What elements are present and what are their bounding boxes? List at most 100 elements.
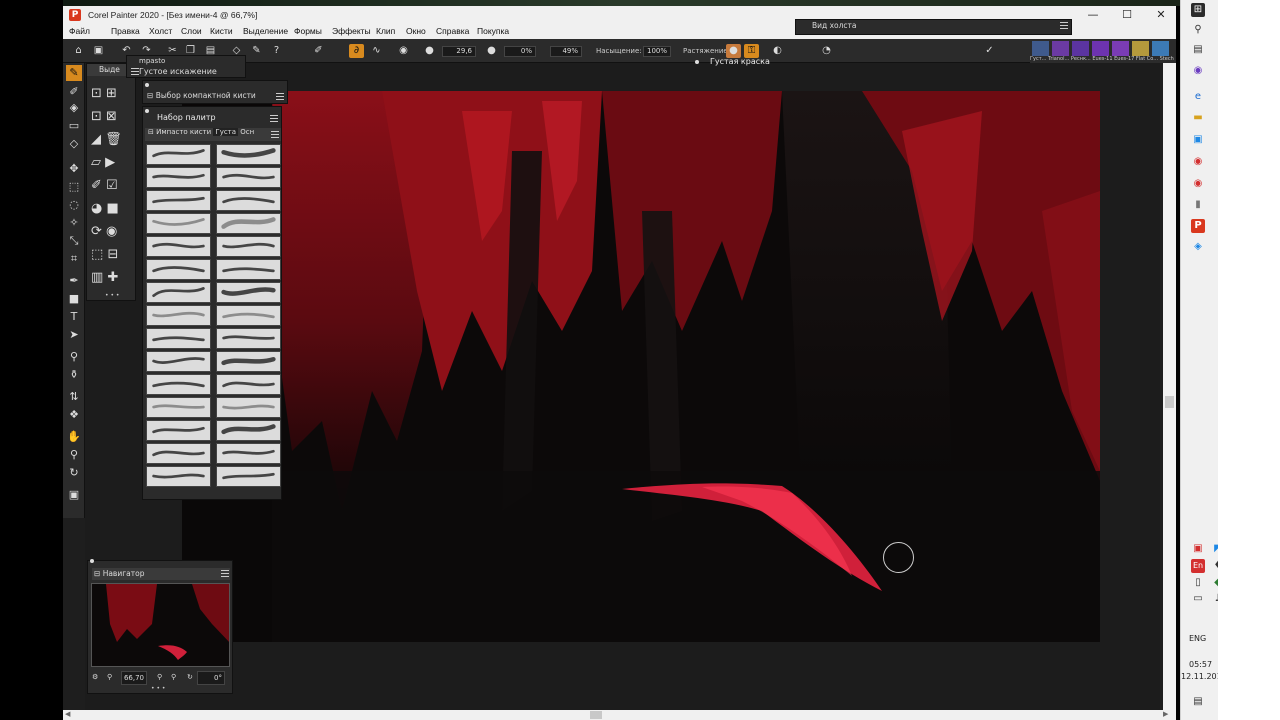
- brush-icon[interactable]: ✎: [249, 44, 264, 58]
- shape-select-icon[interactable]: ➤: [66, 327, 82, 343]
- brush-variant-thumb[interactable]: [1052, 41, 1069, 56]
- lasso-icon[interactable]: ◌: [66, 197, 82, 213]
- eraser-tool-icon[interactable]: ◇: [66, 136, 82, 152]
- brush-variant-cell[interactable]: [216, 466, 281, 487]
- grid-tool-icon[interactable]: ⊠: [106, 109, 117, 124]
- color-swatch-icon[interactable]: ●: [726, 44, 741, 58]
- settings-icon[interactable]: ⚙: [92, 671, 98, 683]
- brush-variant-cell[interactable]: [146, 282, 211, 303]
- scroll-left-icon[interactable]: ◀: [65, 710, 70, 718]
- app-icon[interactable]: ◉: [1191, 64, 1205, 78]
- dropper-tool-icon[interactable]: ✐: [66, 84, 82, 100]
- app-icon[interactable]: ▣: [1191, 133, 1205, 147]
- rotation-field[interactable]: 0°: [197, 671, 225, 685]
- brush-variant-cell[interactable]: [146, 374, 211, 395]
- rotate-icon[interactable]: ↻: [187, 671, 193, 683]
- brush-variant-cell[interactable]: [146, 443, 211, 464]
- menu-window[interactable]: Окно: [406, 26, 426, 36]
- menu-shapes[interactable]: Формы: [294, 26, 322, 36]
- scrollbar-thumb[interactable]: [1165, 396, 1174, 408]
- brush-variant-cell[interactable]: [216, 397, 281, 418]
- brush-variant-cell[interactable]: [216, 259, 281, 280]
- home-icon[interactable]: ⌂: [71, 44, 86, 58]
- brush-variant-cell[interactable]: [216, 420, 281, 441]
- tab-menu-icon[interactable]: [271, 131, 279, 138]
- trash-icon[interactable]: 🗑: [105, 132, 122, 147]
- brush-variant-cell[interactable]: [146, 328, 211, 349]
- brush-variant-cell[interactable]: [216, 443, 281, 464]
- panel-menu-icon[interactable]: [1060, 22, 1068, 29]
- grid-tool-icon[interactable]: ⊡: [91, 109, 102, 124]
- grain-field[interactable]: 49%: [550, 46, 582, 57]
- add-icon[interactable]: ✚: [107, 270, 118, 285]
- crop-icon[interactable]: ⌗: [66, 251, 82, 267]
- painter-taskbar-icon[interactable]: P: [1191, 219, 1205, 233]
- menu-edit[interactable]: Правка: [111, 26, 140, 36]
- menu-canvas[interactable]: Холст: [149, 26, 172, 36]
- grid-tool-icon[interactable]: ▱: [91, 155, 101, 170]
- usb-icon[interactable]: ▯: [1191, 576, 1205, 590]
- painting-canvas[interactable]: [182, 91, 1100, 642]
- brush-variant-cell[interactable]: [146, 351, 211, 372]
- maximize-button[interactable]: ☐: [1110, 6, 1144, 24]
- brush-variant-cell[interactable]: [146, 466, 211, 487]
- notifications-icon[interactable]: ▤: [1191, 695, 1205, 709]
- panel-menu-icon[interactable]: [276, 93, 284, 100]
- move-tool-icon[interactable]: ✥: [66, 161, 82, 177]
- brush-variant-cell[interactable]: [146, 397, 211, 418]
- menu-layers[interactable]: Слои: [181, 26, 202, 36]
- navigator-preview[interactable]: [91, 583, 230, 667]
- app-icon[interactable]: ◈: [1191, 240, 1205, 254]
- opacity-icon[interactable]: ●: [484, 44, 499, 58]
- collapse-icon[interactable]: ⊟: [145, 128, 154, 136]
- zoom-in-icon[interactable]: ⚲: [171, 671, 176, 683]
- app-icon[interactable]: ▮: [1191, 198, 1205, 212]
- brush-variant-cell[interactable]: [216, 190, 281, 211]
- close-button[interactable]: ✕: [1144, 6, 1178, 24]
- folder-icon[interactable]: ▬: [1191, 111, 1205, 125]
- zoom-field[interactable]: 66,70: [121, 671, 147, 685]
- size-field[interactable]: 29,6: [442, 46, 476, 57]
- rect-select-icon[interactable]: ⬚: [66, 179, 82, 195]
- search-icon[interactable]: ⚲: [1191, 23, 1205, 37]
- brush-variant-cell[interactable]: [216, 236, 281, 257]
- brush-variant-cell[interactable]: [216, 328, 281, 349]
- tab-thick[interactable]: Густа: [213, 128, 239, 136]
- clock-time[interactable]: 05:57: [1189, 660, 1212, 669]
- brush-variant-cell[interactable]: [146, 190, 211, 211]
- start-icon[interactable]: ⊞: [1191, 3, 1205, 17]
- panel-menu-icon[interactable]: [131, 68, 139, 75]
- kaleidoscope-icon[interactable]: ❖: [66, 407, 82, 423]
- opacity-field[interactable]: 0%: [504, 46, 536, 57]
- yandex-icon[interactable]: ◉: [1191, 177, 1205, 191]
- dab-icon[interactable]: ◉: [396, 44, 411, 58]
- grid-tool-icon[interactable]: ▶: [105, 155, 115, 170]
- text-tool-icon[interactable]: T: [66, 309, 82, 325]
- brush-variant-thumb[interactable]: [1032, 41, 1049, 56]
- minimize-button[interactable]: —: [1076, 6, 1110, 24]
- panel-more-icon[interactable]: • • •: [151, 685, 165, 692]
- grid-tool-icon[interactable]: ▥: [91, 270, 103, 285]
- zoom-out-icon[interactable]: ⚲: [157, 671, 162, 683]
- grid-tool-icon[interactable]: ■: [106, 201, 118, 216]
- brush-variant-cell[interactable]: [216, 213, 281, 234]
- grid-tool-icon[interactable]: ◕: [91, 201, 102, 216]
- brush-tool-icon[interactable]: ✐: [311, 44, 326, 58]
- brush-variant-cell[interactable]: [146, 305, 211, 326]
- panel-menu-icon[interactable]: [221, 570, 229, 577]
- grabber-icon[interactable]: ✋: [66, 429, 82, 445]
- transform-icon[interactable]: ⤡: [66, 233, 82, 249]
- brush-variant-cell[interactable]: [146, 420, 211, 441]
- menu-select[interactable]: Выделение: [243, 26, 288, 36]
- language-tray-icon[interactable]: En: [1191, 559, 1205, 573]
- menu-help[interactable]: Справка: [436, 26, 469, 36]
- network-icon[interactable]: ▭: [1191, 592, 1205, 606]
- collapse-icon[interactable]: ⊟: [147, 91, 153, 100]
- menu-purchase[interactable]: Покупка: [477, 26, 509, 36]
- grid-tool-icon[interactable]: ⬚: [91, 247, 103, 262]
- brush-variant-cell[interactable]: [216, 167, 281, 188]
- pen-tool-icon[interactable]: ✒: [66, 273, 82, 289]
- saturation-field[interactable]: 100%: [643, 46, 671, 57]
- shape-tool-icon[interactable]: ■: [66, 291, 82, 307]
- brush-variant-thumb[interactable]: [1132, 41, 1149, 56]
